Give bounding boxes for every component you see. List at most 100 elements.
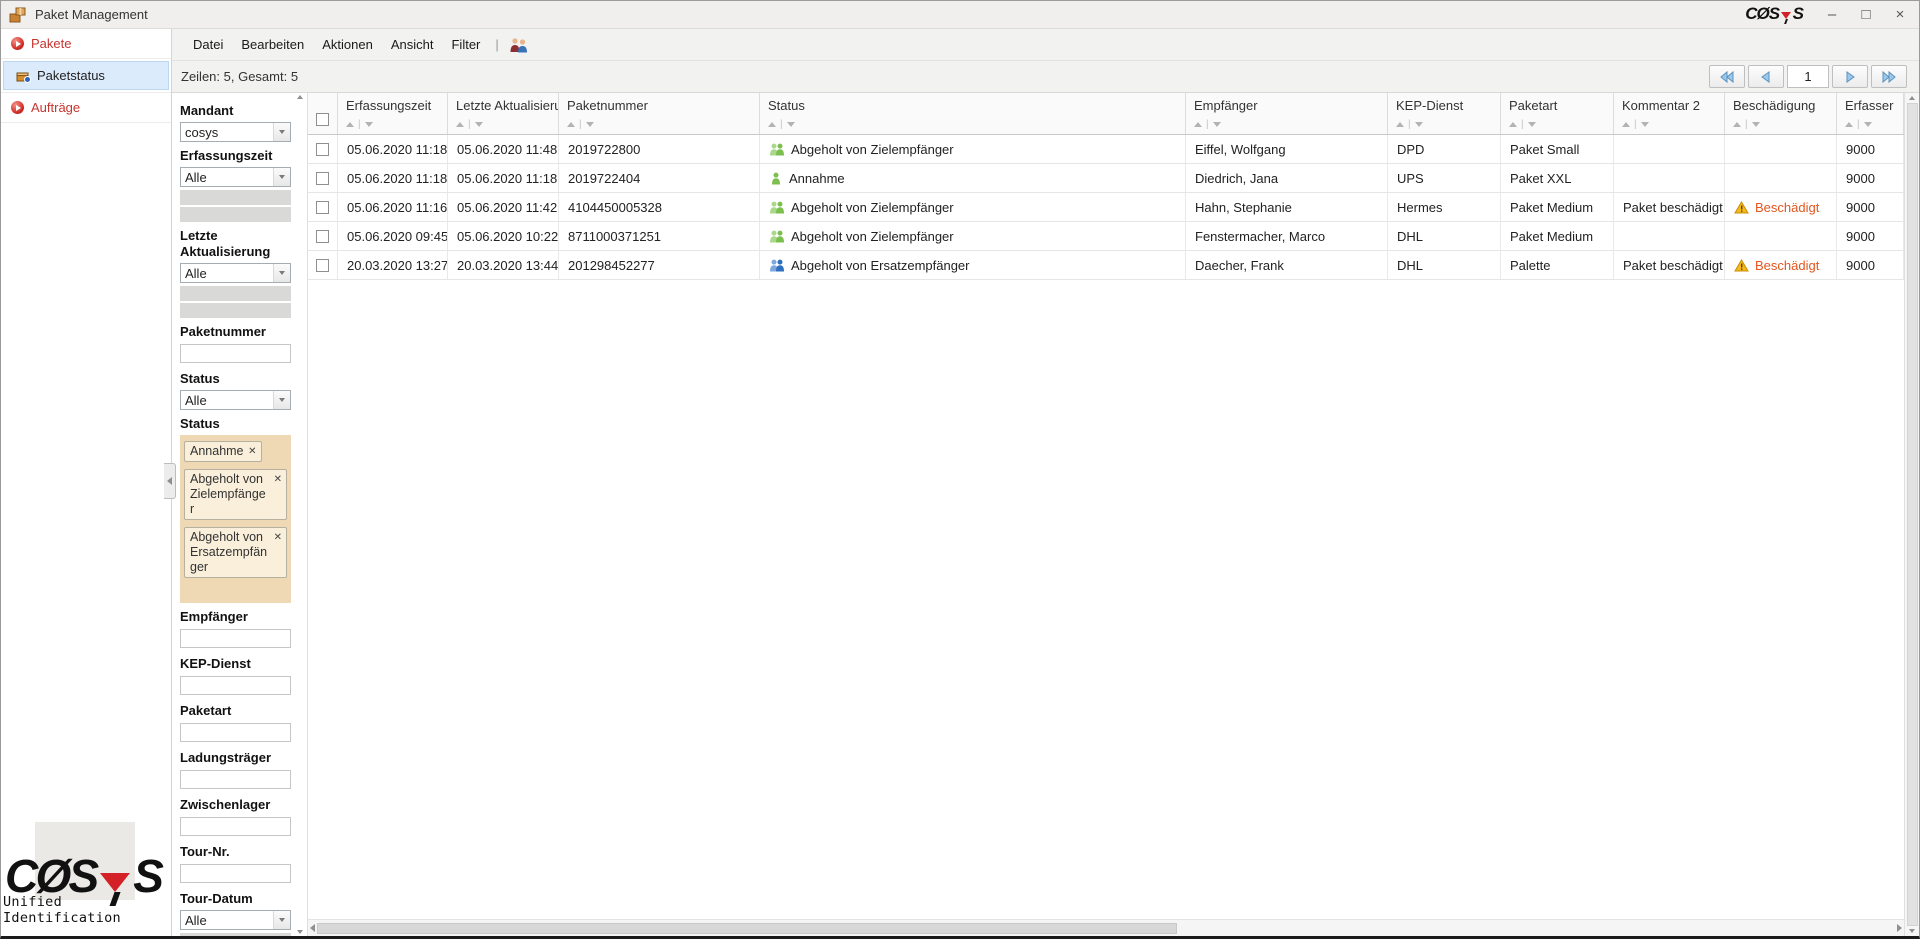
sort-separator: | bbox=[1857, 119, 1860, 130]
maximize-button[interactable]: □ bbox=[1855, 6, 1877, 23]
filter-tag-label: Abgeholt von Zielempfänger bbox=[190, 472, 266, 516]
dropdown-button[interactable] bbox=[273, 391, 290, 409]
damage-label: Beschädigt bbox=[1755, 200, 1819, 215]
menu-aktionen[interactable]: Aktionen bbox=[313, 33, 382, 56]
scroll-up-icon[interactable] bbox=[297, 95, 303, 99]
sidebar-item-aufträge[interactable]: Aufträge bbox=[1, 93, 171, 123]
filter-input-ladungsträger[interactable] bbox=[180, 770, 291, 789]
page-number-input[interactable]: 1 bbox=[1787, 65, 1829, 88]
column-header-kommentar-2[interactable]: Kommentar 2| bbox=[1614, 93, 1725, 134]
sort-ascending-icon[interactable] bbox=[1509, 122, 1517, 127]
scroll-down-icon[interactable] bbox=[297, 930, 303, 934]
sort-ascending-icon[interactable] bbox=[567, 122, 575, 127]
menu-datei[interactable]: Datei bbox=[184, 33, 232, 56]
minimize-button[interactable]: – bbox=[1821, 6, 1843, 23]
dropdown-button[interactable] bbox=[273, 168, 290, 186]
filter-select-status[interactable]: Alle bbox=[180, 390, 291, 410]
column-header-status[interactable]: Status| bbox=[760, 93, 1186, 134]
column-label: Beschädigung bbox=[1733, 98, 1836, 113]
sort-descending-icon[interactable] bbox=[1864, 122, 1872, 127]
filter-select-mandant[interactable]: cosys bbox=[180, 122, 291, 142]
menu-filter[interactable]: Filter bbox=[442, 33, 489, 56]
filter-label-paketnummer: Paketnummer bbox=[180, 324, 291, 340]
horizontal-scrollbar bbox=[308, 919, 1904, 936]
column-header-empfänger[interactable]: Empfänger| bbox=[1186, 93, 1388, 134]
sort-descending-icon[interactable] bbox=[1213, 122, 1221, 127]
menu-ansicht[interactable]: Ansicht bbox=[382, 33, 443, 56]
select-all-checkbox[interactable] bbox=[316, 113, 329, 126]
sort-ascending-icon[interactable] bbox=[1194, 122, 1202, 127]
scroll-down-icon[interactable] bbox=[1909, 929, 1915, 933]
menu-bar: DateiBearbeitenAktionenAnsichtFilter| bbox=[172, 29, 1919, 61]
scroll-left-icon[interactable] bbox=[310, 924, 315, 932]
sort-ascending-icon[interactable] bbox=[768, 122, 776, 127]
table-row[interactable]: 20.03.2020 13:2720.03.2020 13:44:0720129… bbox=[308, 251, 1904, 280]
filter-input-zwischenlager[interactable] bbox=[180, 817, 291, 836]
row-checkbox[interactable] bbox=[316, 143, 329, 156]
dropdown-button[interactable] bbox=[273, 264, 290, 282]
sort-controls: | bbox=[1509, 119, 1613, 130]
sort-descending-icon[interactable] bbox=[1752, 122, 1760, 127]
row-checkbox[interactable] bbox=[316, 230, 329, 243]
sort-descending-icon[interactable] bbox=[787, 122, 795, 127]
sort-descending-icon[interactable] bbox=[1415, 122, 1423, 127]
filter-input-paketart[interactable] bbox=[180, 723, 291, 742]
sidebar-item-paketstatus[interactable]: Paketstatus bbox=[3, 61, 169, 90]
column-header-paketnummer[interactable]: Paketnummer| bbox=[559, 93, 760, 134]
chevron-down-icon bbox=[279, 918, 285, 922]
sort-ascending-icon[interactable] bbox=[346, 122, 354, 127]
scroll-up-icon[interactable] bbox=[1909, 96, 1915, 100]
sort-ascending-icon[interactable] bbox=[1733, 122, 1741, 127]
row-checkbox[interactable] bbox=[316, 201, 329, 214]
sort-descending-icon[interactable] bbox=[365, 122, 373, 127]
filter-input-paketnummer[interactable] bbox=[180, 344, 291, 363]
filter-select-letzte-aktualisierung[interactable]: Alle bbox=[180, 263, 291, 283]
vertical-scroll-thumb[interactable] bbox=[1907, 103, 1918, 926]
filter-select-tour-datum[interactable]: Alle bbox=[180, 910, 291, 930]
sort-descending-icon[interactable] bbox=[1528, 122, 1536, 127]
filter-input-kep-dienst[interactable] bbox=[180, 676, 291, 695]
previous-page-button[interactable] bbox=[1748, 65, 1784, 88]
table-row[interactable]: 05.06.2020 11:1805.06.2020 11:18:3320197… bbox=[308, 164, 1904, 193]
dropdown-button[interactable] bbox=[273, 911, 290, 929]
menu-bearbeiten[interactable]: Bearbeiten bbox=[232, 33, 313, 56]
remove-tag-icon[interactable]: ✕ bbox=[248, 444, 256, 459]
column-header-letzte-aktualisierung[interactable]: Letzte Aktualisierung| bbox=[448, 93, 559, 134]
sort-descending-icon[interactable] bbox=[475, 122, 483, 127]
dropdown-button[interactable] bbox=[273, 123, 290, 141]
last-page-button[interactable] bbox=[1871, 65, 1907, 88]
cell-text: Paket beschädigt bbox=[1623, 200, 1723, 215]
cell-paketnummer: 8711000371251 bbox=[559, 222, 760, 250]
sort-ascending-icon[interactable] bbox=[1845, 122, 1853, 127]
table-row[interactable]: 05.06.2020 11:1805.06.2020 11:48:1420197… bbox=[308, 135, 1904, 164]
filter-collapse-handle[interactable] bbox=[164, 463, 176, 499]
column-header-kep-dienst[interactable]: KEP-Dienst| bbox=[1388, 93, 1501, 134]
cell-erfassungszeit: 05.06.2020 11:16 bbox=[338, 193, 448, 221]
sort-descending-icon[interactable] bbox=[1641, 122, 1649, 127]
row-checkbox[interactable] bbox=[316, 259, 329, 272]
column-label: Erfasser bbox=[1845, 98, 1903, 113]
sort-ascending-icon[interactable] bbox=[1396, 122, 1404, 127]
sidebar-item-pakete[interactable]: Pakete bbox=[1, 29, 171, 59]
column-header-beschädigung[interactable]: Beschädigung| bbox=[1725, 93, 1837, 134]
row-checkbox[interactable] bbox=[316, 172, 329, 185]
close-button[interactable]: × bbox=[1889, 6, 1911, 23]
table-row[interactable]: 05.06.2020 11:1605.06.2020 11:42:3341044… bbox=[308, 193, 1904, 222]
sort-descending-icon[interactable] bbox=[586, 122, 594, 127]
column-header-erfasser[interactable]: Erfasser | bbox=[1837, 93, 1904, 134]
cell-text: DPD bbox=[1397, 142, 1424, 157]
column-header-paketart[interactable]: Paketart| bbox=[1501, 93, 1614, 134]
column-header-erfassungszeit[interactable]: Erfassungszeit| bbox=[338, 93, 448, 134]
scroll-right-icon[interactable] bbox=[1897, 924, 1902, 932]
remove-tag-icon[interactable]: ✕ bbox=[274, 530, 282, 545]
sort-ascending-icon[interactable] bbox=[1622, 122, 1630, 127]
horizontal-scroll-thumb[interactable] bbox=[317, 923, 1177, 934]
filter-select-erfassungszeit[interactable]: Alle bbox=[180, 167, 291, 187]
remove-tag-icon[interactable]: ✕ bbox=[274, 472, 282, 487]
filter-input-tour-nr[interactable] bbox=[180, 864, 291, 883]
next-page-button[interactable] bbox=[1832, 65, 1868, 88]
table-row[interactable]: 05.06.2020 09:4505.06.2020 10:22:0587110… bbox=[308, 222, 1904, 251]
filter-input-empfänger[interactable] bbox=[180, 629, 291, 648]
sort-ascending-icon[interactable] bbox=[456, 122, 464, 127]
first-page-button[interactable] bbox=[1709, 65, 1745, 88]
